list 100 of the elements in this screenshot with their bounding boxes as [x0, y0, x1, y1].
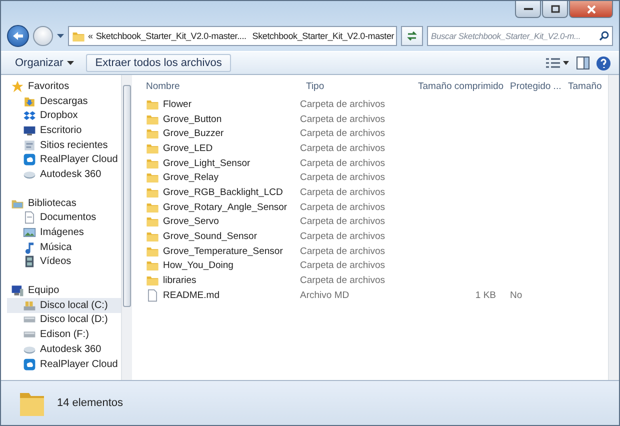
file-icon	[146, 288, 159, 302]
view-list-icon[interactable]	[546, 57, 570, 69]
sidebar-group[interactable]: Bibliotecas	[7, 196, 121, 210]
sidebar-item[interactable]: Edison (F:)	[7, 327, 121, 342]
table-cell-text: Carpeta de archivos	[300, 246, 386, 257]
folder-icon	[146, 215, 159, 228]
folder-arrow-icon	[23, 94, 36, 108]
breadcrumb[interactable]: Sketchbook_Starter_Kit_V2.0-master....	[96, 31, 246, 41]
scrollbar[interactable]	[608, 75, 619, 380]
sidebar-item[interactable]: RealPlayer Cloud	[7, 356, 121, 372]
star-icon	[11, 80, 24, 93]
cloud-icon	[23, 153, 36, 166]
table-cell-text: Archivo MD	[300, 290, 350, 301]
extract-button[interactable]: Extraer todos los archivos	[86, 54, 231, 72]
computer-icon	[11, 284, 24, 298]
sidebar-item[interactable]: Descargas	[7, 94, 121, 108]
maximize-icon	[550, 5, 560, 13]
table-cell-text: 1 KB	[474, 290, 497, 301]
file-name[interactable]: Grove_Rotary_Angle_Sensor	[163, 202, 288, 213]
sidebar-item[interactable]: Disco local (D:)	[7, 312, 121, 328]
table-cell-text: Carpeta de archivos	[300, 275, 386, 286]
file-name[interactable]: Grove_Button	[163, 114, 222, 125]
file-name[interactable]: Grove_Temperature_Sensor	[163, 246, 283, 257]
minimize-button[interactable]	[515, 1, 541, 18]
folder-icon	[146, 171, 159, 184]
breadcrumb[interactable]: Sketchbook_Starter_Kit_V2.0-master	[252, 31, 394, 41]
table-cell-text: Carpeta de archivos	[300, 128, 386, 140]
cloud-icon	[23, 358, 36, 371]
folder-icon	[146, 244, 159, 258]
recent-icon	[23, 138, 36, 152]
file-name[interactable]: Grove_RGB_Backlight_LCD	[163, 186, 283, 198]
folder-icon	[146, 127, 159, 140]
table-cell-text: Carpeta de archivos	[300, 216, 386, 228]
refresh-icon	[406, 30, 418, 42]
drive-icon	[23, 331, 36, 338]
file-name[interactable]: libraries	[163, 275, 196, 286]
preview-pane-icon[interactable]	[576, 56, 590, 70]
sidebar-item[interactable]: Dropbox	[7, 108, 121, 124]
back-button[interactable]	[7, 25, 29, 47]
file-name[interactable]: How_You_Doing	[163, 260, 234, 272]
file-name[interactable]: Grove_Buzzer	[163, 128, 224, 140]
table-cell-text: Carpeta de archivos	[300, 260, 386, 272]
folder-icon	[146, 200, 159, 214]
table-cell-text: Carpeta de archivos	[300, 98, 386, 110]
file-name[interactable]: Grove_Sound_Sensor	[163, 231, 258, 242]
column-header[interactable]: Tamaño	[562, 80, 608, 92]
folder-icon	[72, 30, 85, 42]
file-name[interactable]: Grove_Light_Sensor	[163, 158, 250, 169]
sidebar-item[interactable]: Música	[7, 240, 121, 255]
caret-icon	[67, 61, 74, 65]
maximize-button[interactable]	[542, 1, 568, 18]
caret-icon[interactable]	[57, 34, 64, 38]
table-cell-text: Carpeta de archivos	[300, 158, 386, 169]
column-header[interactable]: Protegido ...	[504, 80, 562, 92]
sidebar-item[interactable]: Vídeos	[7, 254, 121, 270]
document-icon	[23, 211, 36, 224]
table-cell-text: Carpeta de archivos	[300, 142, 386, 154]
film-icon	[23, 255, 36, 268]
sidebar-item[interactable]: Escritorio	[7, 123, 121, 138]
music-note-icon	[23, 240, 36, 254]
file-name[interactable]: Grove_Relay	[163, 172, 218, 184]
folder-icon	[146, 230, 159, 244]
refresh-button[interactable]	[401, 26, 423, 46]
sidebar-item[interactable]: RealPlayer Cloud	[7, 152, 121, 168]
folder-icon	[146, 259, 159, 272]
file-name[interactable]: Grove_LED	[163, 142, 213, 154]
image-icon	[23, 226, 36, 240]
sidebar-item[interactable]: Disco local (C:)	[7, 298, 121, 313]
file-name[interactable]: README.md	[163, 290, 220, 301]
monitor-icon	[23, 124, 36, 137]
sidebar-group[interactable]: Equipo	[7, 283, 121, 298]
sidebar-item[interactable]: Sitios recientes	[7, 138, 121, 152]
table-cell-text: Carpeta de archivos	[300, 172, 386, 184]
scrollbar-thumb[interactable]	[123, 85, 131, 307]
column-header[interactable]: Nombre	[140, 80, 300, 92]
table-cell-text: Carpeta de archivos	[300, 114, 386, 125]
file-name[interactable]: Grove_Servo	[163, 216, 219, 228]
folder-icon	[146, 98, 159, 111]
minimize-icon	[524, 7, 532, 11]
close-button[interactable]	[569, 1, 613, 18]
folder-icon	[146, 186, 159, 199]
box-icon	[23, 109, 36, 122]
table-cell-text: No	[509, 290, 524, 301]
sidebar-item[interactable]: Documentos	[7, 210, 121, 226]
column-header[interactable]: Tipo	[300, 80, 412, 92]
search-field[interactable]: Buscar Sketchbook_Starter_Kit_V2.0-m...	[427, 26, 613, 46]
help-icon[interactable]	[596, 56, 611, 70]
drive-icon	[23, 316, 36, 324]
sidebar-group[interactable]: Favoritos	[7, 79, 121, 94]
address-bar[interactable]: « Sketchbook_Starter_Kit_V2.0-master.... Sketchbook_Starter_Kit_V2.0-master	[68, 26, 397, 46]
table-cell-text: Carpeta de archivos	[300, 231, 386, 242]
column-header[interactable]: Tamaño comprimido	[412, 80, 504, 92]
file-name[interactable]: Flower	[163, 98, 192, 110]
scrollbar[interactable]	[121, 75, 132, 380]
organize-menu[interactable]: Organizar	[9, 55, 80, 71]
sidebar-item[interactable]: Autodesk 360	[7, 342, 121, 357]
sidebar-item[interactable]: Imágenes	[7, 225, 121, 240]
search-icon	[599, 31, 609, 41]
sidebar-item[interactable]: Autodesk 360	[7, 167, 121, 182]
breadcrumb[interactable]: «	[88, 31, 93, 41]
